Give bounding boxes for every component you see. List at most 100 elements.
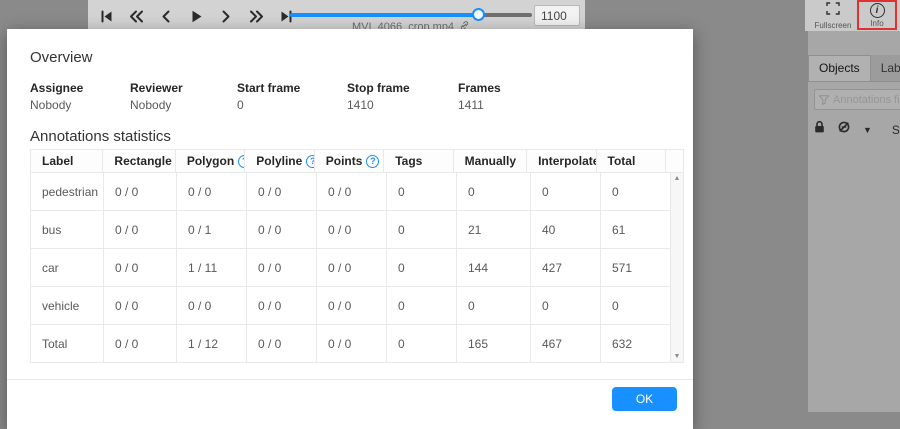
stats-header-label: Polyline <box>256 154 302 168</box>
jump-forward-button[interactable] <box>244 4 268 28</box>
lock-icon[interactable] <box>813 120 826 139</box>
stats-value-cell: 0 / 0 <box>247 325 317 363</box>
skip-first-icon <box>99 9 114 24</box>
stats-value-cell: 0 / 0 <box>247 173 317 211</box>
player-seek-slider[interactable] <box>290 13 532 17</box>
field-value: 0 <box>237 98 347 112</box>
filter-funnel-icon <box>818 93 830 111</box>
stats-header-cell: Rectangle? <box>103 150 175 173</box>
stats-header-label: Tags <box>395 154 422 168</box>
next-frame-button[interactable] <box>214 4 238 28</box>
stats-value-cell: 144 <box>457 249 531 287</box>
player-topbar: MVI_4066_crop.mp4 <box>88 0 585 31</box>
field-stop-frame: Stop frame 1410 <box>347 81 458 112</box>
annotations-stats-table: LabelRectangle?Polygon?Polyline?Points?T… <box>30 149 684 363</box>
stats-value-cell: 0 / 0 <box>317 249 387 287</box>
question-circle-icon[interactable]: ? <box>366 155 379 168</box>
stats-label-cell: vehicle <box>31 287 104 325</box>
stats-value-cell: 40 <box>531 211 601 249</box>
stats-value-cell: 0 <box>457 173 531 211</box>
stats-header-cell: Interpolated <box>527 150 596 173</box>
field-label: Frames <box>458 81 501 95</box>
field-value: Nobody <box>30 98 130 112</box>
double-chevron-right-icon <box>248 9 265 24</box>
stats-value-cell: 0 / 1 <box>177 211 247 249</box>
field-label: Reviewer <box>130 81 237 95</box>
fullscreen-button[interactable]: Fullscreen <box>810 2 856 29</box>
field-frames: Frames 1411 <box>458 81 501 112</box>
stats-value-cell: 0 / 0 <box>317 211 387 249</box>
field-assignee: Assignee Nobody <box>30 81 130 112</box>
tutorial-red-highlight: i Info <box>857 0 897 30</box>
previous-frame-button[interactable] <box>154 4 178 28</box>
stats-value-cell: 0 / 0 <box>247 211 317 249</box>
stats-value-cell: 0 <box>531 287 601 325</box>
ok-button[interactable]: OK <box>612 387 677 411</box>
stats-header-label: Rectangle <box>114 154 171 168</box>
stats-title: Annotations statistics <box>30 128 670 145</box>
stats-value-cell: 0 <box>387 325 457 363</box>
modal-footer: OK <box>7 379 693 421</box>
stats-value-cell: 165 <box>457 325 531 363</box>
stats-value-cell: 427 <box>531 249 601 287</box>
stats-value-cell: 21 <box>457 211 531 249</box>
question-circle-icon[interactable]: ? <box>306 155 314 168</box>
chevron-right-icon <box>220 9 232 24</box>
stats-label-cell: car <box>31 249 104 287</box>
stats-value-cell: 1 / 11 <box>177 249 247 287</box>
stats-label-cell: bus <box>31 211 104 249</box>
hide-eye-icon[interactable] <box>837 120 851 139</box>
question-circle-icon[interactable]: ? <box>238 155 245 168</box>
tab-labels[interactable]: Labels <box>871 56 900 81</box>
stats-row-vehicle: vehicle0 / 00 / 00 / 00 / 00000 <box>31 287 683 325</box>
stats-value-cell: 0 <box>531 173 601 211</box>
stats-header-label: Points <box>326 154 363 168</box>
stats-row-bus: bus0 / 00 / 10 / 00 / 00214061 <box>31 211 683 249</box>
objects-sidebar: Objects Labels ▼ So <box>808 31 900 412</box>
chevron-left-icon <box>160 9 172 24</box>
stats-label-cell: pedestrian <box>31 173 104 211</box>
stats-value-cell: 0 / 0 <box>317 173 387 211</box>
stats-value-cell: 632 <box>601 325 671 363</box>
frame-number-input[interactable] <box>534 5 580 26</box>
caret-down-icon[interactable]: ▼ <box>863 125 872 135</box>
stats-row-car: car0 / 01 / 110 / 00 / 00144427571 <box>31 249 683 287</box>
stats-row-total: Total0 / 01 / 120 / 00 / 00165467632 <box>31 325 683 363</box>
topbar-right: Fullscreen i Info <box>805 0 900 31</box>
first-frame-button[interactable] <box>94 4 118 28</box>
sort-dropdown[interactable]: So <box>892 123 900 137</box>
tab-objects[interactable]: Objects <box>808 55 871 81</box>
stats-value-cell: 0 <box>387 249 457 287</box>
stats-value-cell: 61 <box>601 211 671 249</box>
stats-header-cell: Tags <box>384 150 453 173</box>
stats-value-cell: 467 <box>531 325 601 363</box>
fullscreen-label: Fullscreen <box>815 21 852 30</box>
field-start-frame: Start frame 0 <box>237 81 347 112</box>
stats-value-cell: 0 / 0 <box>177 287 247 325</box>
stats-value-cell: 0 / 0 <box>177 173 247 211</box>
stats-value-cell: 0 / 0 <box>104 287 177 325</box>
play-button[interactable] <box>184 4 208 28</box>
stats-label-cell: Total <box>31 325 104 363</box>
stats-header-row: LabelRectangle?Polygon?Polyline?Points?T… <box>31 150 683 173</box>
stats-value-cell: 0 / 0 <box>104 249 177 287</box>
stats-value-cell: 0 / 0 <box>104 211 177 249</box>
stats-header-cell: Polygon? <box>176 150 245 173</box>
stats-value-cell: 0 <box>387 287 457 325</box>
stats-value-cell: 0 <box>387 211 457 249</box>
jump-backward-button[interactable] <box>124 4 148 28</box>
stats-value-cell: 0 / 0 <box>317 287 387 325</box>
stats-header-cell: Manually <box>454 150 527 173</box>
table-scrollbar[interactable]: ▲ ▼ <box>670 173 683 363</box>
stats-header-label: Total <box>608 154 636 168</box>
fullscreen-icon <box>826 2 840 20</box>
info-button[interactable]: i Info <box>859 2 895 28</box>
stats-value-cell: 0 / 0 <box>104 173 177 211</box>
scroll-down-arrow[interactable]: ▼ <box>674 353 681 360</box>
stats-header-label: Polygon <box>187 154 234 168</box>
stats-header-cell: Polyline? <box>245 150 314 173</box>
stats-value-cell: 0 / 0 <box>104 325 177 363</box>
field-label: Assignee <box>30 81 130 95</box>
play-icon <box>189 9 204 24</box>
scroll-up-arrow[interactable]: ▲ <box>674 175 681 182</box>
